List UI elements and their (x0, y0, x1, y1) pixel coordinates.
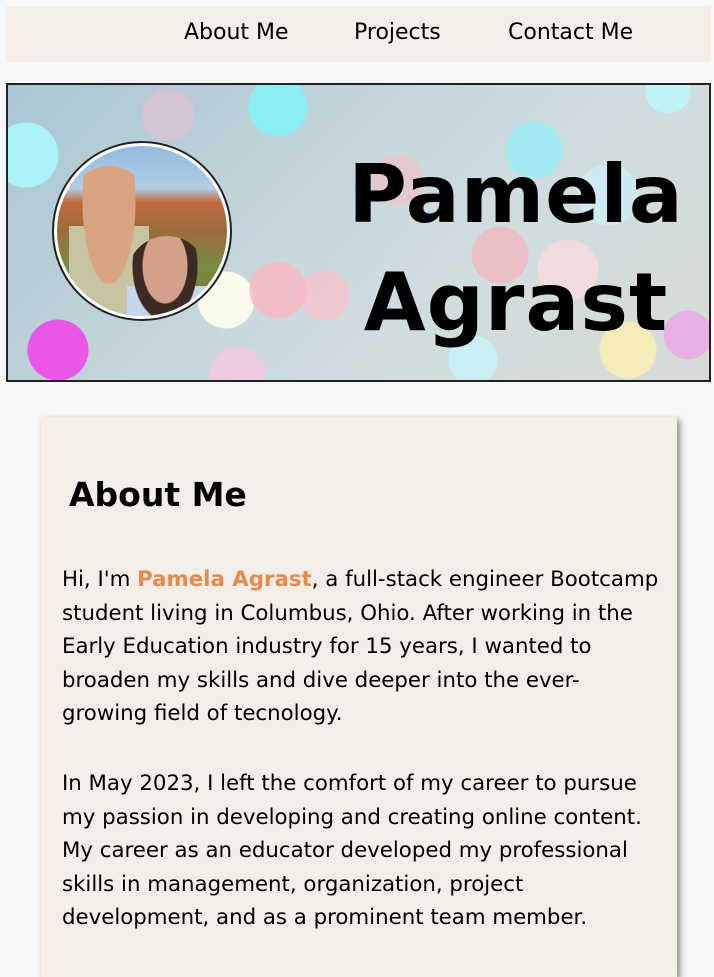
top-nav: About Me Projects Contact Me (6, 6, 711, 62)
hero-title: Pamela Agrast (326, 141, 706, 357)
nav-link-contact-me[interactable]: Contact Me (508, 20, 633, 45)
about-me-card: About Me Hi, I'm Pamela Agrast, a full-s… (41, 417, 677, 977)
hero-first-name: Pamela (348, 148, 684, 241)
photo-person-right (127, 236, 207, 316)
highlighted-name: Pamela Agrast (137, 567, 312, 592)
hero-last-name: Agrast (363, 256, 669, 349)
intro-text-start: Hi, I'm (62, 567, 138, 592)
hero-banner: Pamela Agrast (6, 83, 711, 382)
nav-link-projects[interactable]: Projects (354, 20, 441, 45)
profile-photo-image (57, 146, 227, 316)
about-me-heading: About Me (69, 475, 247, 514)
about-paragraph-intro: Hi, I'm Pamela Agrast, a full-stack engi… (62, 563, 662, 731)
profile-photo (52, 141, 232, 321)
nav-link-about-me[interactable]: About Me (184, 20, 289, 45)
about-paragraph-career: In May 2023, I left the comfort of my ca… (62, 771, 642, 931)
